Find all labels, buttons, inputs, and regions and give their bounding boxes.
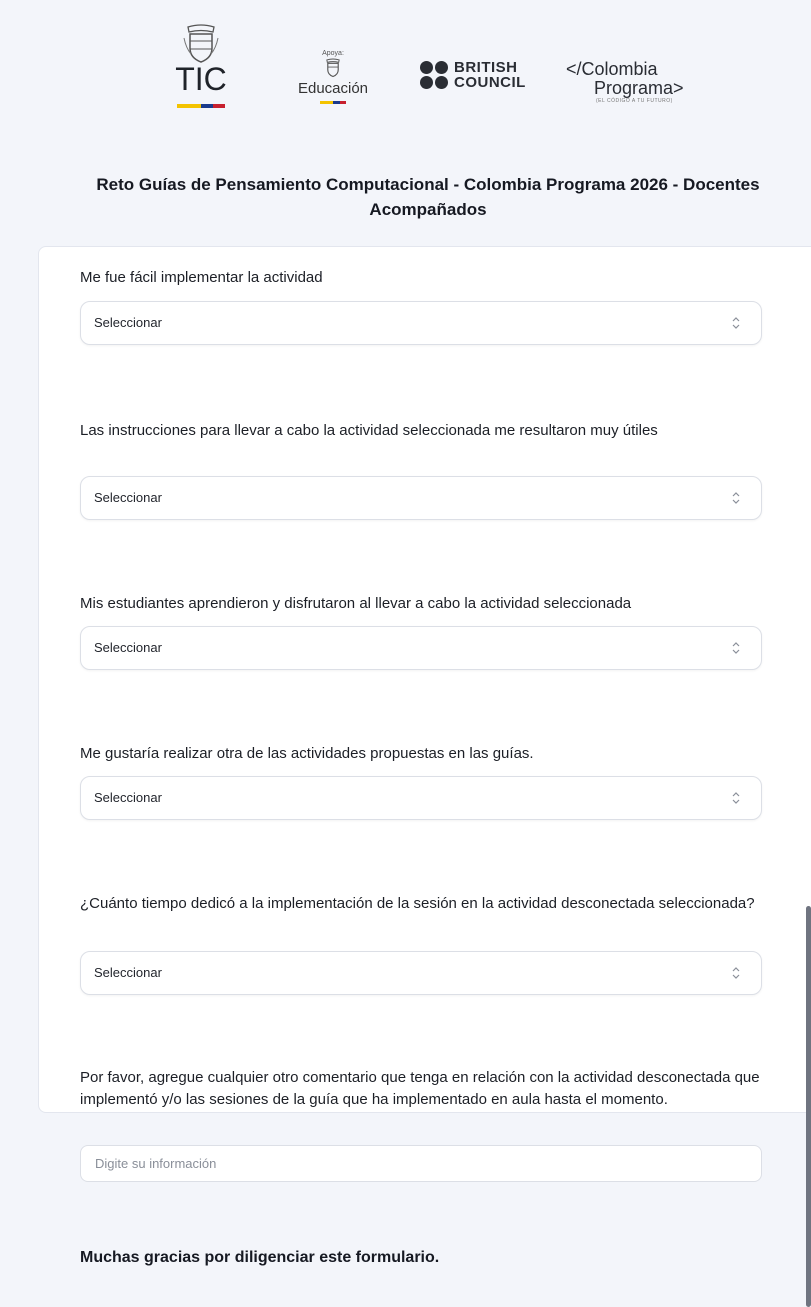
question-label: Mis estudiantes aprendieron y disfrutaro… <box>80 595 632 612</box>
educacion-logo-text: Educación <box>297 80 369 97</box>
tic-logo-text: TIC <box>175 61 227 97</box>
educacion-logo: Apoya: Educación <box>293 50 373 104</box>
time-dedicated-select[interactable]: Seleccionar <box>80 951 762 995</box>
logo-bar: TIC Apoya: Educación BRITISH COUNCIL </C… <box>0 0 811 150</box>
british-council-line2: COUNCIL <box>454 74 526 91</box>
select-value: Seleccionar <box>94 790 162 805</box>
form-title: Reto Guías de Pensamiento Computacional … <box>96 175 760 219</box>
colombia-programa-line2: Programa> <box>594 78 684 98</box>
question-label: Me gustaría realizar otra de las activid… <box>80 745 534 762</box>
easy-implementation-select[interactable]: Seleccionar <box>80 301 762 345</box>
coat-of-arms-icon <box>326 58 340 78</box>
select-value: Seleccionar <box>94 965 162 980</box>
question-label: Las instrucciones para llevar a cabo la … <box>80 422 658 439</box>
colombia-programa-line1: </Colombia <box>566 59 658 79</box>
select-value: Seleccionar <box>94 640 162 655</box>
british-council-dots-icon <box>420 61 448 89</box>
british-council-logo: BRITISH COUNCIL <box>420 60 526 90</box>
another-activity-select[interactable]: Seleccionar <box>80 776 762 820</box>
mintic-logo: TIC <box>170 24 232 108</box>
scrollbar-thumb[interactable] <box>806 906 811 1307</box>
comments-field[interactable] <box>80 1145 762 1182</box>
instructions-useful-select[interactable]: Seleccionar <box>80 476 762 520</box>
flag-bar <box>177 104 225 108</box>
flag-bar <box>320 101 346 104</box>
select-value: Seleccionar <box>94 315 162 330</box>
colombia-programa-logo: </Colombia Programa> (EL CÓDIGO A TU FUT… <box>566 59 684 105</box>
question-label: Por favor, agregue cualquier otro coment… <box>80 1069 760 1108</box>
question-label: Me fue fácil implementar la actividad <box>80 269 323 286</box>
students-learned-select[interactable]: Seleccionar <box>80 626 762 670</box>
british-council-line1: BRITISH <box>454 59 518 76</box>
colombia-programa-tagline: (EL CÓDIGO A TU FUTURO) <box>596 98 673 104</box>
support-label: Apoya: <box>322 50 344 57</box>
coat-of-arms-icon <box>183 24 219 63</box>
chevron-updown-icon <box>732 492 740 504</box>
chevron-updown-icon <box>732 967 740 979</box>
chevron-updown-icon <box>732 642 740 654</box>
select-value: Seleccionar <box>94 490 162 505</box>
comments-input[interactable] <box>93 1146 737 1181</box>
chevron-updown-icon <box>732 792 740 804</box>
closing-message: Muchas gracias por diligenciar este form… <box>80 1249 440 1266</box>
chevron-updown-icon <box>732 317 740 329</box>
question-label: ¿Cuánto tiempo dedicó a la implementació… <box>80 895 755 912</box>
